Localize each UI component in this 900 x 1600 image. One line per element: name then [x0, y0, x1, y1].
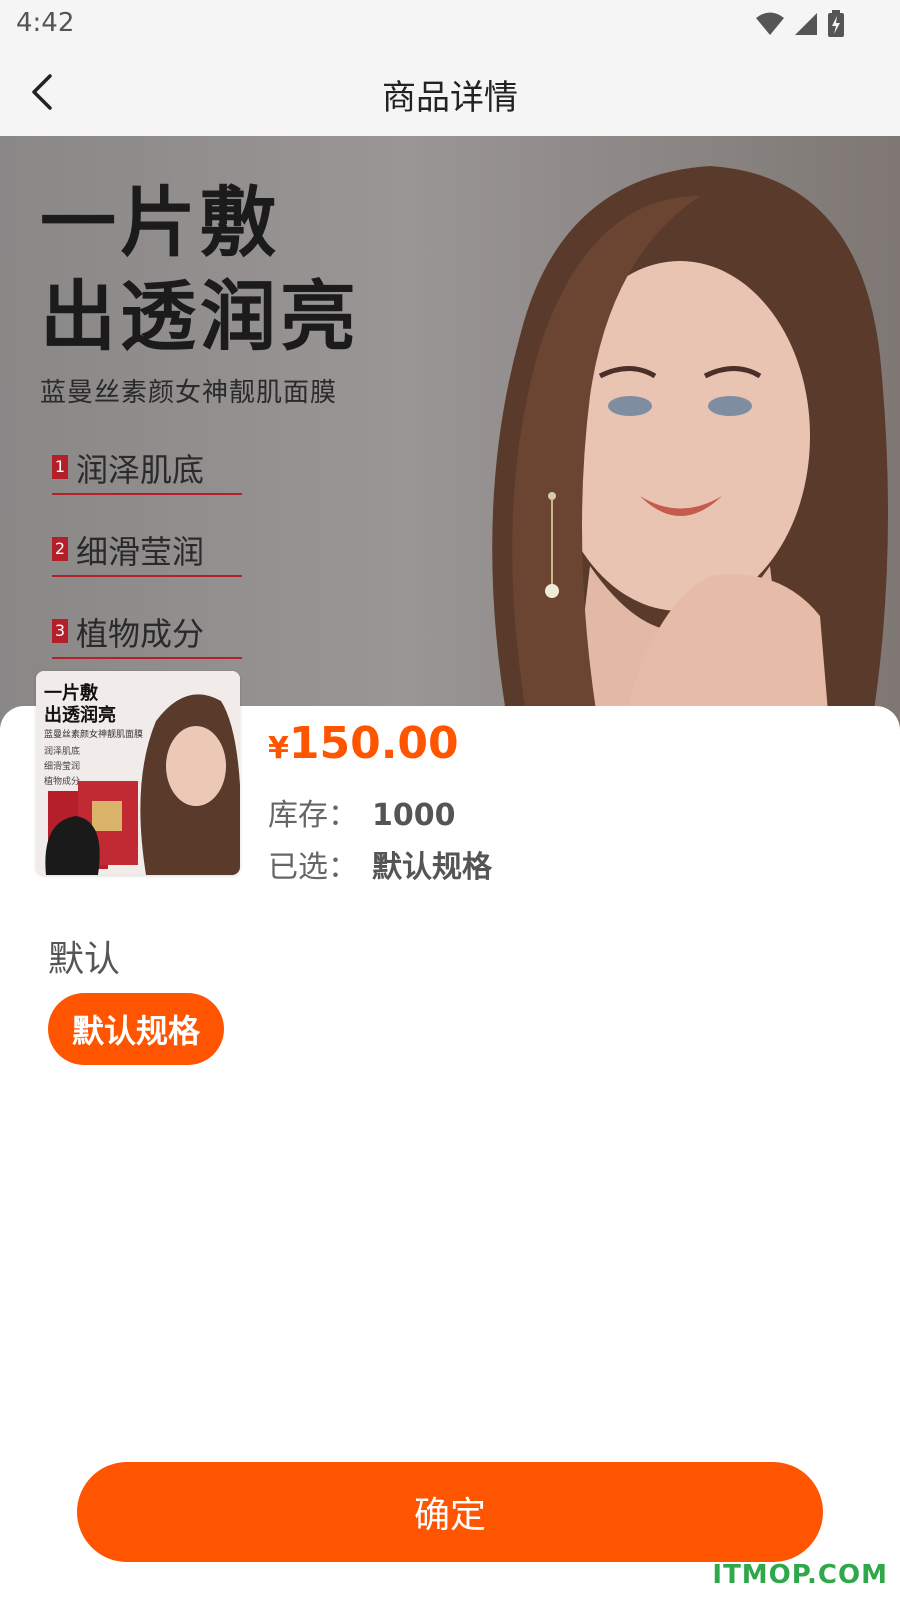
selected-value: 默认规格: [372, 850, 492, 885]
status-icons: [755, 10, 845, 38]
product-banner-image[interactable]: 一片敷 出透润亮 蓝曼丝素颜女神靓肌面膜 1 润泽肌底 2 细滑莹润 3 植物成…: [0, 136, 900, 736]
watermark: ITMOP.COM: [712, 1560, 888, 1590]
app-header: 商品详情: [0, 50, 900, 136]
feature-underline: [52, 575, 242, 577]
status-bar: 4:42: [0, 0, 900, 50]
product-thumbnail: 一片敷 出透润亮 蓝曼丝素颜女神靓肌面膜 润泽肌底 细滑莹润 植物成分: [36, 671, 240, 875]
stock-label: 库存：: [268, 798, 358, 833]
banner-subtitle: 蓝曼丝素颜女神靓肌面膜: [40, 378, 338, 408]
banner-feature: 3 植物成分: [40, 609, 256, 659]
price-currency: ¥: [268, 731, 289, 766]
feature-label: 润泽肌底: [76, 451, 205, 489]
banner-feature: 2 细滑莹润: [40, 527, 256, 577]
feature-underline: [52, 657, 242, 659]
selected-spec-row: 已选： 默认规格: [268, 842, 492, 886]
thumbnail-headline: 一片敷 出透润亮: [44, 683, 116, 726]
banner-headline-1: 一片敷: [40, 178, 280, 267]
cellular-signal-icon: [793, 11, 819, 37]
feature-number: 2: [52, 537, 68, 561]
thumbnail-features: 润泽肌底 细滑莹润 植物成分: [44, 747, 81, 787]
feature-underline: [52, 493, 242, 495]
status-time: 4:42: [16, 8, 75, 38]
banner-text-block: 一片敷 出透润亮 蓝曼丝素颜女神靓肌面膜 1 润泽肌底 2 细滑莹润 3 植物成…: [40, 176, 360, 659]
feature-label: 植物成分: [76, 615, 205, 653]
banner-headline-2: 出透润亮: [40, 272, 360, 361]
spec-option-default[interactable]: 默认规格: [48, 993, 224, 1065]
feature-number: 3: [52, 619, 68, 643]
stock-row: 库存： 1000: [268, 790, 456, 834]
selected-label: 已选：: [268, 850, 358, 885]
product-price: ¥150.00: [268, 718, 459, 769]
banner-feature: 1 润泽肌底: [40, 445, 256, 495]
wifi-icon: [755, 11, 785, 37]
stock-value: 1000: [372, 798, 456, 833]
feature-number: 1: [52, 455, 68, 479]
feature-label: 细滑莹润: [76, 533, 205, 571]
page-title: 商品详情: [382, 78, 518, 118]
thumbnail-subtitle: 蓝曼丝素颜女神靓肌面膜: [44, 730, 144, 740]
model-portrait-image: [492, 166, 888, 736]
price-amount: 150.00: [288, 718, 459, 769]
battery-charging-icon: [827, 10, 845, 38]
spec-group-title: 默认: [48, 939, 121, 980]
confirm-button[interactable]: 确定: [77, 1462, 823, 1562]
